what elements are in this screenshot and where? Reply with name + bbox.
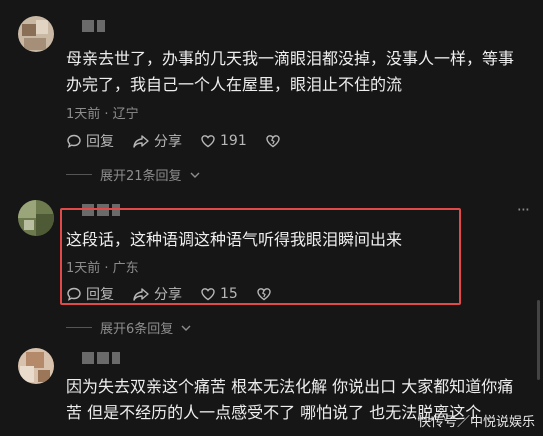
broken-heart-icon <box>266 135 280 148</box>
watermark: 快传号／中悦说娱乐 <box>417 415 535 430</box>
comment-meta: 1天前 · 辽宁 <box>66 107 139 122</box>
dislike-button[interactable] <box>256 286 272 302</box>
reply-button[interactable]: 回复 <box>66 131 114 151</box>
share-label: 分享 <box>154 134 182 150</box>
heart-icon <box>201 288 215 301</box>
reply-label: 回复 <box>86 287 114 303</box>
expand-replies-button[interactable]: 展开21条回复 <box>66 165 200 184</box>
expand-replies-button[interactable]: 展开6条回复 <box>66 318 191 337</box>
comment-actions: 回复 分享 15 <box>66 284 290 304</box>
avatar[interactable] <box>18 348 54 384</box>
comment-text: 母亲去世了，办事的几天我一滴眼泪都没掉，没事人一样，等事办完了，我自己一个人在屋… <box>66 49 515 94</box>
reply-label: 回复 <box>86 134 114 150</box>
broken-heart-icon <box>257 288 271 301</box>
reply-button[interactable]: 回复 <box>66 284 114 304</box>
more-icon[interactable]: ··· <box>517 200 530 219</box>
comment-actions: 回复 分享 191 <box>66 131 299 151</box>
like-button[interactable]: 15 <box>200 286 238 302</box>
share-icon <box>133 135 149 148</box>
share-button[interactable]: 分享 <box>132 131 182 151</box>
like-button[interactable]: 191 <box>200 133 247 149</box>
avatar[interactable] <box>18 16 54 52</box>
share-button[interactable]: 分享 <box>132 284 182 304</box>
scrollbar[interactable] <box>537 300 540 380</box>
like-count: 15 <box>220 286 238 302</box>
username[interactable] <box>82 352 120 364</box>
comment-icon <box>67 134 81 148</box>
chevron-down-icon <box>190 172 200 178</box>
share-icon <box>133 288 149 301</box>
comment-icon <box>67 287 81 301</box>
divider <box>66 327 92 328</box>
username[interactable] <box>82 20 105 32</box>
comment-text: 这段话，这种语调这种语气听得我眼泪瞬间出来 <box>66 230 403 249</box>
divider <box>66 174 92 175</box>
chevron-down-icon <box>181 325 191 331</box>
heart-icon <box>201 135 215 148</box>
avatar[interactable] <box>18 200 54 236</box>
like-count: 191 <box>220 133 247 149</box>
comment-meta: 1天前 · 广东 <box>66 261 139 276</box>
expand-replies-label: 展开6条回复 <box>100 322 174 337</box>
share-label: 分享 <box>154 287 182 303</box>
dislike-button[interactable] <box>265 133 281 149</box>
expand-replies-label: 展开21条回复 <box>100 169 182 184</box>
